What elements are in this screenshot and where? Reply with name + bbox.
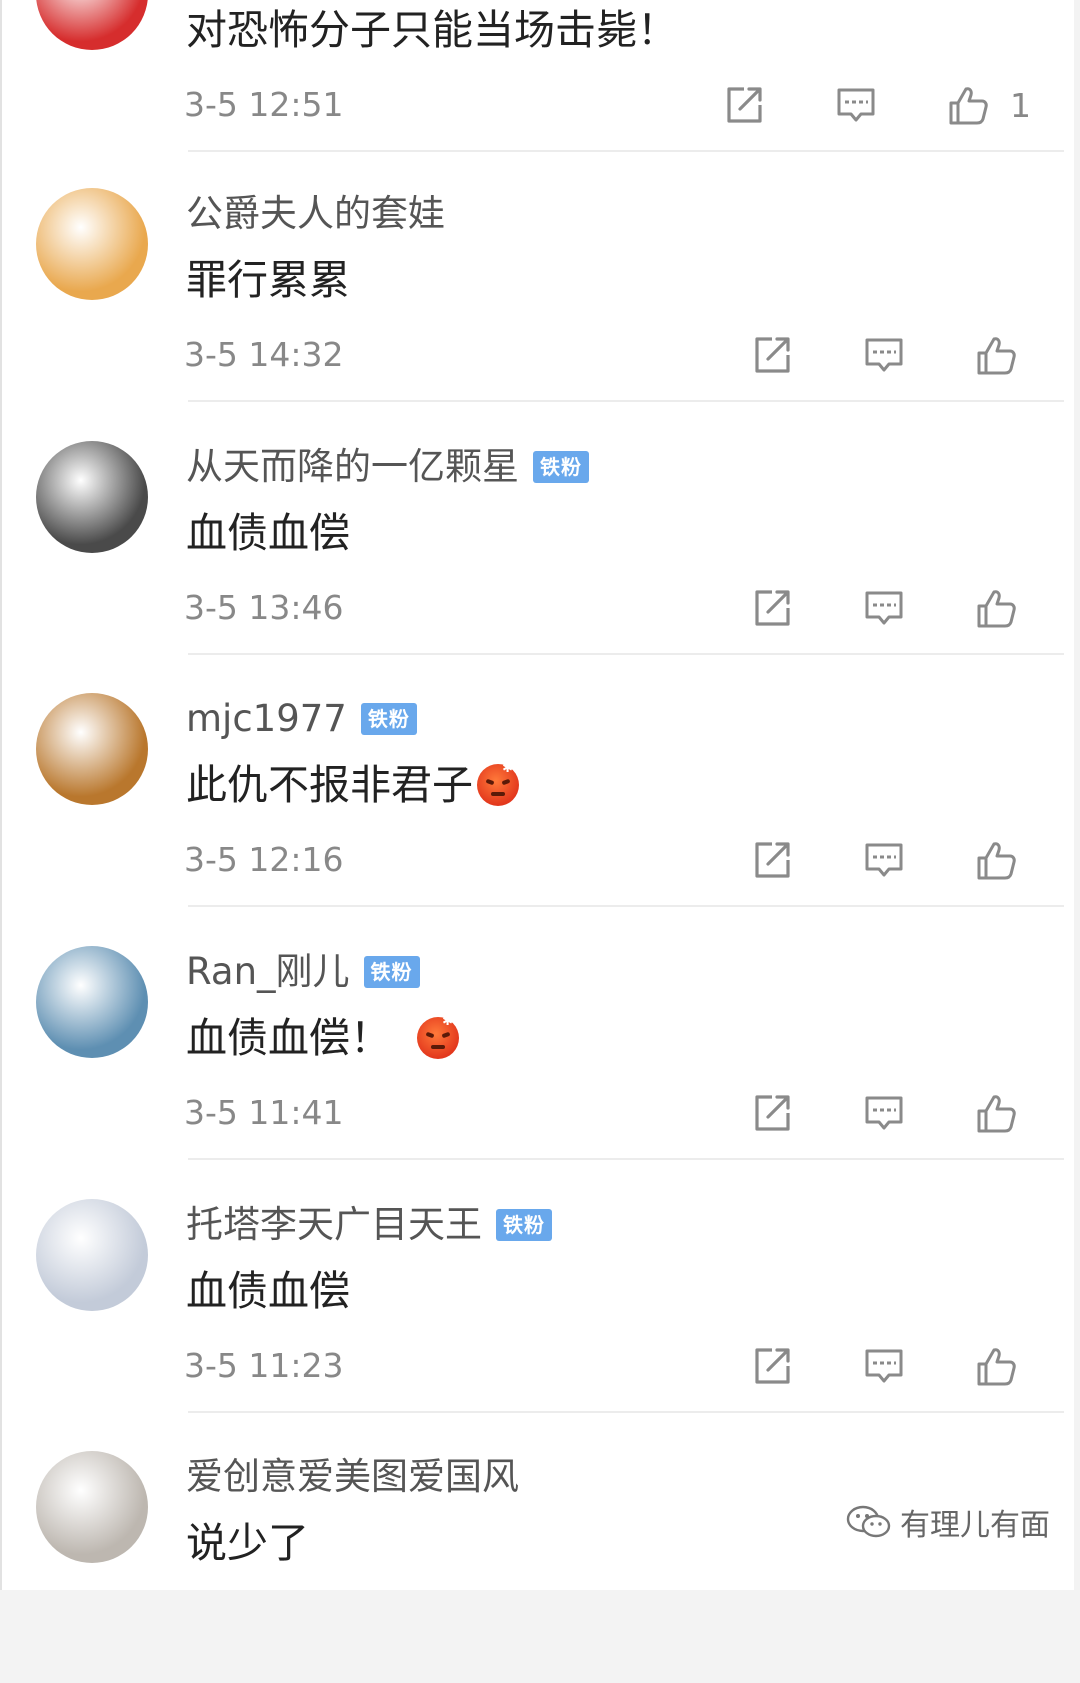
username[interactable]: 公爵夫人的套娃	[186, 191, 445, 237]
username[interactable]: mjc1977 铁粉	[186, 696, 417, 742]
comment-text: 说少了	[186, 1515, 309, 1571]
username[interactable]: 托塔李天广目天王 铁粉	[186, 1202, 552, 1248]
comment-text-label: 血债血偿	[186, 1267, 350, 1315]
comment-text-label: 罪行累累	[186, 256, 350, 304]
avatar[interactable]	[36, 0, 148, 50]
username[interactable]: 爱创意爱美图爱国风	[186, 1454, 519, 1500]
comment-text: 血债血偿	[186, 505, 350, 561]
avatar[interactable]	[36, 188, 148, 300]
fan-badge: 铁粉	[363, 956, 420, 988]
username-label: 公爵夫人的套娃	[186, 192, 445, 235]
avatar[interactable]	[36, 946, 148, 1058]
comment-text-label: 对恐怖分子只能当场击毙！	[186, 6, 678, 54]
comment-text-label: 血债血偿！	[186, 1014, 391, 1062]
fan-badge: 铁粉	[496, 1209, 552, 1241]
avatar[interactable]	[36, 693, 148, 805]
username[interactable]: Ran_刚儿 铁粉	[186, 949, 420, 995]
comment-text: 罪行累累	[186, 252, 350, 308]
comment-text: 血债血偿	[186, 1263, 350, 1319]
angry-emoji-icon: ✱	[417, 1015, 459, 1059]
username-label: 托塔李天广目天王	[186, 1203, 482, 1246]
comment-text: 此仇不报非君子 ✱	[186, 757, 519, 813]
comment-text-label: 此仇不报非君子	[186, 761, 473, 809]
username-label: 爱创意爱美图爱国风	[186, 1455, 519, 1498]
comment-text-label: 说少了	[186, 1519, 309, 1567]
fan-badge: 铁粉	[533, 451, 589, 483]
username-label: Ran_刚儿	[186, 950, 350, 993]
username[interactable]: 从天而降的一亿颗星 铁粉	[186, 444, 589, 490]
avatar[interactable]	[36, 1199, 148, 1311]
comment-text: 对恐怖分子只能当场击毙！	[186, 2, 678, 58]
fan-badge: 铁粉	[360, 703, 417, 735]
username-label: mjc1977	[186, 697, 347, 740]
comment-text: 血债血偿！ ✱	[186, 1010, 459, 1066]
avatar[interactable]	[36, 1451, 148, 1563]
avatar[interactable]	[36, 441, 148, 553]
username-label: 从天而降的一亿颗星	[186, 445, 519, 488]
comment-text-label: 血债血偿	[186, 509, 350, 557]
angry-emoji-icon: ✱	[477, 762, 519, 806]
comment-item: 爱创意爱美图爱国风说少了	[0, 1323, 1072, 1683]
